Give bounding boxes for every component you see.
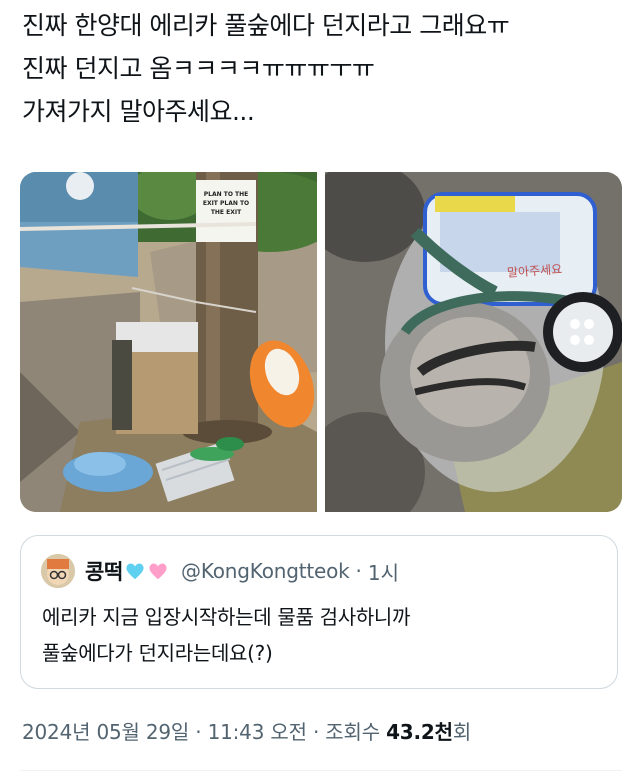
sign-text: PLAN TO THE EXIT PLAN TO THE EXIT: [202, 191, 250, 216]
separator-dot: ·: [355, 559, 362, 583]
pink-heart-icon: [147, 560, 169, 582]
post-time[interactable]: 1시: [368, 557, 399, 586]
user-handle[interactable]: @KongKongtteok: [181, 559, 350, 583]
tweet-line: 진짜 던지고 옴ㅋㅋㅋㅋㅠㅠㅠㅜㅠ: [22, 54, 375, 83]
avatar[interactable]: [41, 554, 75, 588]
separator-dot: ·: [312, 720, 320, 744]
photo-bag-image: [325, 172, 622, 512]
quoted-tweet-body: 에리카 지금 입장시작하는데 물품 검사하니까 풀숲에다가 던지라는데요(?): [42, 599, 602, 671]
views-count: 43.2천: [386, 720, 453, 744]
quoted-tweet-line: 에리카 지금 입장시작하는데 물품 검사하니까: [42, 605, 411, 629]
display-name[interactable]: 콩떡: [85, 556, 123, 586]
media-grid: [20, 172, 622, 512]
photo-clear-bag[interactable]: [325, 172, 622, 512]
light-blue-heart-icon: [124, 560, 146, 582]
tweet-meta-row: 2024년 05월 29일 · 11:43 오전 · 조회수 43.2천회: [22, 716, 471, 745]
quoted-tweet-header: 콩떡 @KongKongtteok · 1시: [41, 554, 399, 588]
views-suffix: 회: [452, 720, 472, 744]
tweet-line: 진짜 한양대 에리카 풀숲에다 던지라고 그래요ㅠ: [22, 11, 510, 40]
timestamp[interactable]: 2024년 05월 29일 · 11:43 오전: [22, 720, 307, 744]
divider: [20, 770, 622, 771]
quoted-tweet-line: 풀숲에다가 던지라는데요(?): [42, 641, 273, 665]
photo-tree-image: [20, 172, 317, 512]
tweet-text: 진짜 한양대 에리카 풀숲에다 던지라고 그래요ㅠ 진짜 던지고 옴ㅋㅋㅋㅋㅠㅠ…: [22, 4, 622, 133]
photo-tree-with-bags[interactable]: [20, 172, 317, 512]
quoted-tweet-card[interactable]: 콩떡 @KongKongtteok · 1시 에리카 지금 입장시작하는데 물품…: [20, 535, 618, 689]
views-label: 조회수: [325, 720, 380, 744]
tweet-line: 가져가지 말아주세요...: [22, 97, 255, 126]
